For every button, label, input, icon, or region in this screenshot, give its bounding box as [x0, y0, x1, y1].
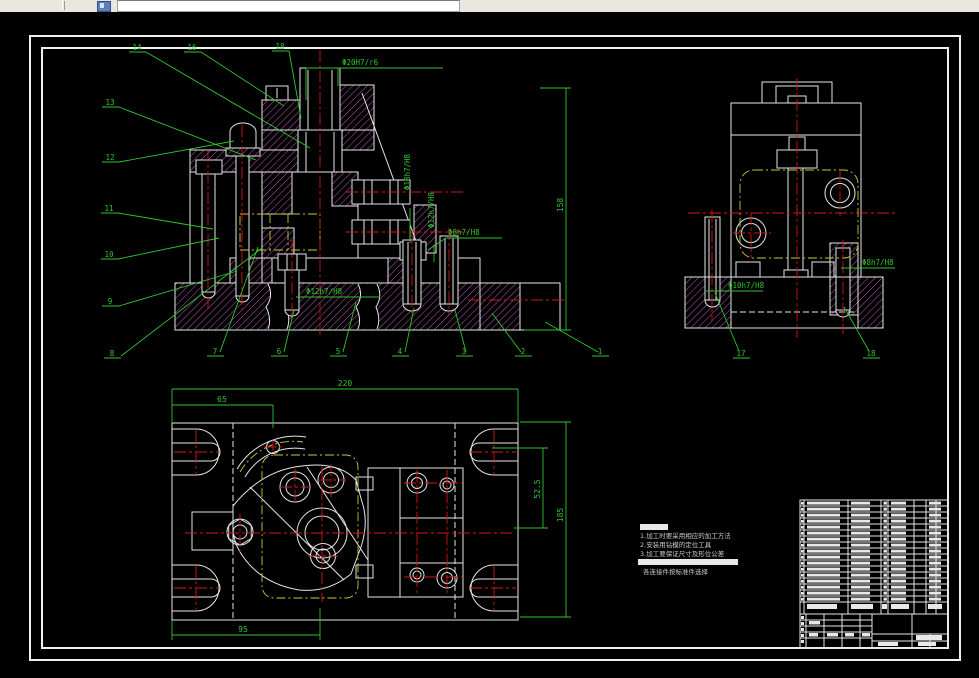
- note-line-2: 2.安装用钻模的定位工具: [640, 540, 712, 549]
- fit-label-vertical-2: Φ12h7/H8: [427, 191, 436, 228]
- callout-18: 18: [275, 42, 285, 51]
- callout-18b: 18: [866, 349, 876, 358]
- callout-4: 4: [398, 347, 403, 356]
- callout-5: 5: [336, 347, 341, 356]
- dim-95: 95: [238, 625, 248, 634]
- callout-7: 7: [213, 347, 218, 356]
- callout-10: 10: [104, 250, 114, 259]
- callout-6: 6: [277, 347, 282, 356]
- callout-1: 1: [598, 347, 603, 356]
- dim-height-158: 158: [556, 198, 565, 213]
- note-line-4: 各连接件按标准件选择: [643, 567, 709, 576]
- fit-label-vertical-1: Φ18h7/H8: [403, 153, 412, 190]
- dim-185: 185: [556, 508, 565, 523]
- callout-16: 16: [187, 43, 197, 52]
- fit-label-top: Φ20H7/r6: [342, 58, 379, 67]
- dim-220: 220: [338, 379, 353, 388]
- cad-drawing-canvas[interactable]: Φ20H7/r6 Φ18h7/H8 Φ12h7/H8 Φ8h7/H8 Φ12h7…: [0, 0, 979, 678]
- callout-17: 17: [736, 349, 745, 358]
- fit-label-pin-right: Φ8h7/H8: [862, 258, 894, 267]
- note-line-3: 3.加工要保证尺寸及形位公差: [640, 549, 725, 558]
- fit-label-pin-left: Φ10h7/H8: [728, 281, 765, 290]
- callout-2: 2: [521, 347, 526, 356]
- dim-65: 65: [217, 395, 227, 404]
- fit-label-bushing: Φ8h7/H8: [448, 228, 480, 237]
- callout-14: 14: [132, 43, 142, 52]
- note-line-1: 1.加工时要采用相应的加工方法: [640, 531, 731, 540]
- callout-9: 9: [108, 297, 113, 306]
- fit-label-base: Φ12h7/H8: [306, 287, 343, 296]
- callout-13: 13: [105, 98, 114, 107]
- callout-12: 12: [105, 153, 114, 162]
- dim-52-5: 52.5: [533, 479, 542, 498]
- callout-11: 11: [104, 204, 113, 213]
- callout-8: 8: [110, 349, 115, 358]
